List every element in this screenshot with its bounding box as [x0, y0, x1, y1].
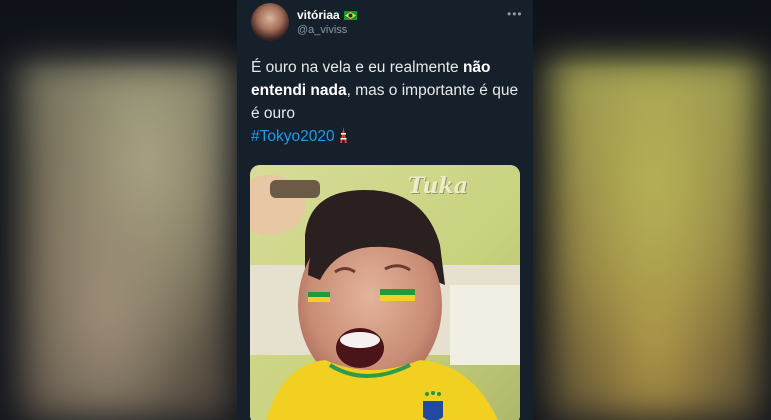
tweet-media-image[interactable]: Tuka: [250, 165, 520, 420]
brazil-flag-icon: [343, 10, 357, 20]
tweet-text-part1: É ouro na vela e eu realmente: [251, 59, 463, 76]
tweet-text: É ouro na vela e eu realmente não entend…: [251, 56, 525, 148]
name-row: vitóriaa: [297, 8, 357, 22]
left-cheek-stripe: [308, 292, 330, 302]
blurred-left-panel: [20, 60, 230, 420]
more-icon[interactable]: •••: [507, 7, 523, 21]
tokyo-tower-icon: [339, 127, 347, 143]
media-watermark: Tuka: [408, 173, 468, 199]
user-handle[interactable]: @a_viviss: [297, 24, 347, 36]
blurred-right-panel: [550, 55, 760, 420]
media-illustration: [250, 165, 520, 420]
hashtag-link[interactable]: #Tokyo2020: [251, 128, 335, 145]
tweet-card: vitóriaa @a_viviss ••• É ouro na vela e …: [237, 0, 533, 420]
display-name[interactable]: vitóriaa: [297, 8, 340, 22]
avatar[interactable]: [251, 3, 289, 41]
right-cheek-stripe: [380, 289, 415, 301]
